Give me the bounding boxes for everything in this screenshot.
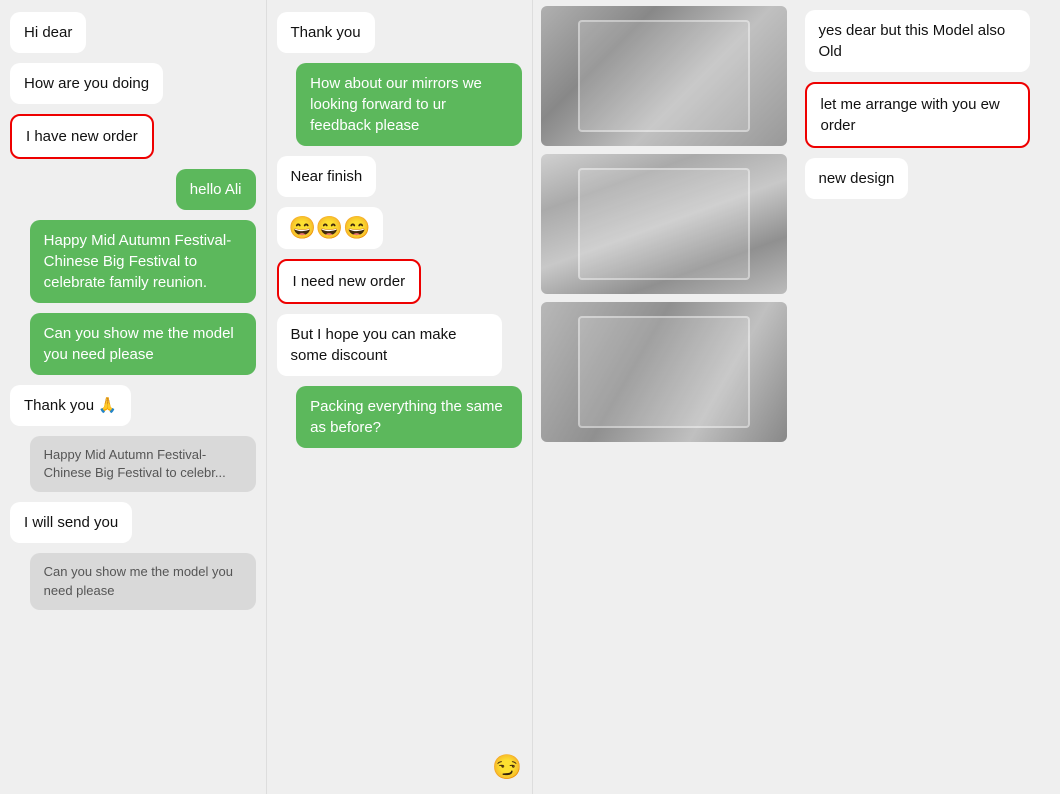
bubble-near-finish: Near finish [277, 156, 377, 197]
bubble-thank-you: Thank you [277, 12, 375, 53]
bubble-packing-same: Packing everything the same as before? [296, 386, 522, 448]
mirror-image-2 [541, 154, 787, 294]
bubble-show-model: Can you show me the model you need pleas… [30, 313, 256, 375]
bubble-need-new-order: I need new order [277, 259, 422, 304]
chat-column-1: Hi dear How are you doing I have new ord… [0, 0, 267, 794]
bubble-will-send-you: I will send you [10, 502, 132, 543]
bubble-thank-you-pray: Thank you 🙏 [10, 385, 131, 426]
mirror-image-1 [541, 6, 787, 146]
bubble-hello-ali: hello Ali [176, 169, 256, 210]
mirror-frame-2 [578, 168, 750, 280]
bubble-show-model-gray: Can you show me the model you need pleas… [30, 553, 256, 609]
bubble-hope-discount: But I hope you can make some discount [277, 314, 503, 376]
bubble-hi-dear: Hi dear [10, 12, 86, 53]
image-column [533, 0, 795, 794]
mirror-frame-3 [578, 316, 750, 428]
bubble-happy-festival-gray: Happy Mid Autumn Festival- Chinese Big F… [30, 436, 256, 492]
bubble-emoji-laughing: 😄😄😄 [277, 207, 383, 249]
bubble-how-are-you: How are you doing [10, 63, 163, 104]
bubble-new-design: new design [805, 158, 909, 199]
chat-column-2: Thank you How about our mirrors we looki… [267, 0, 534, 794]
mirror-image-3 [541, 302, 787, 442]
bubble-happy-festival: Happy Mid Autumn Festival- Chinese Big F… [30, 220, 256, 303]
mirror-frame-1 [578, 20, 750, 132]
bubble-yes-dear-old: yes dear but this Model also Old [805, 10, 1031, 72]
reaction-emoji: 😏 [492, 753, 522, 782]
bubble-mirrors-feedback: How about our mirrors we looking forward… [296, 63, 522, 146]
chat-column-4: yes dear but this Model also Old let me … [795, 0, 1060, 794]
bubble-have-new-order: I have new order [10, 114, 154, 159]
bubble-arrange-new-order: let me arrange with you ew order [805, 82, 1031, 148]
